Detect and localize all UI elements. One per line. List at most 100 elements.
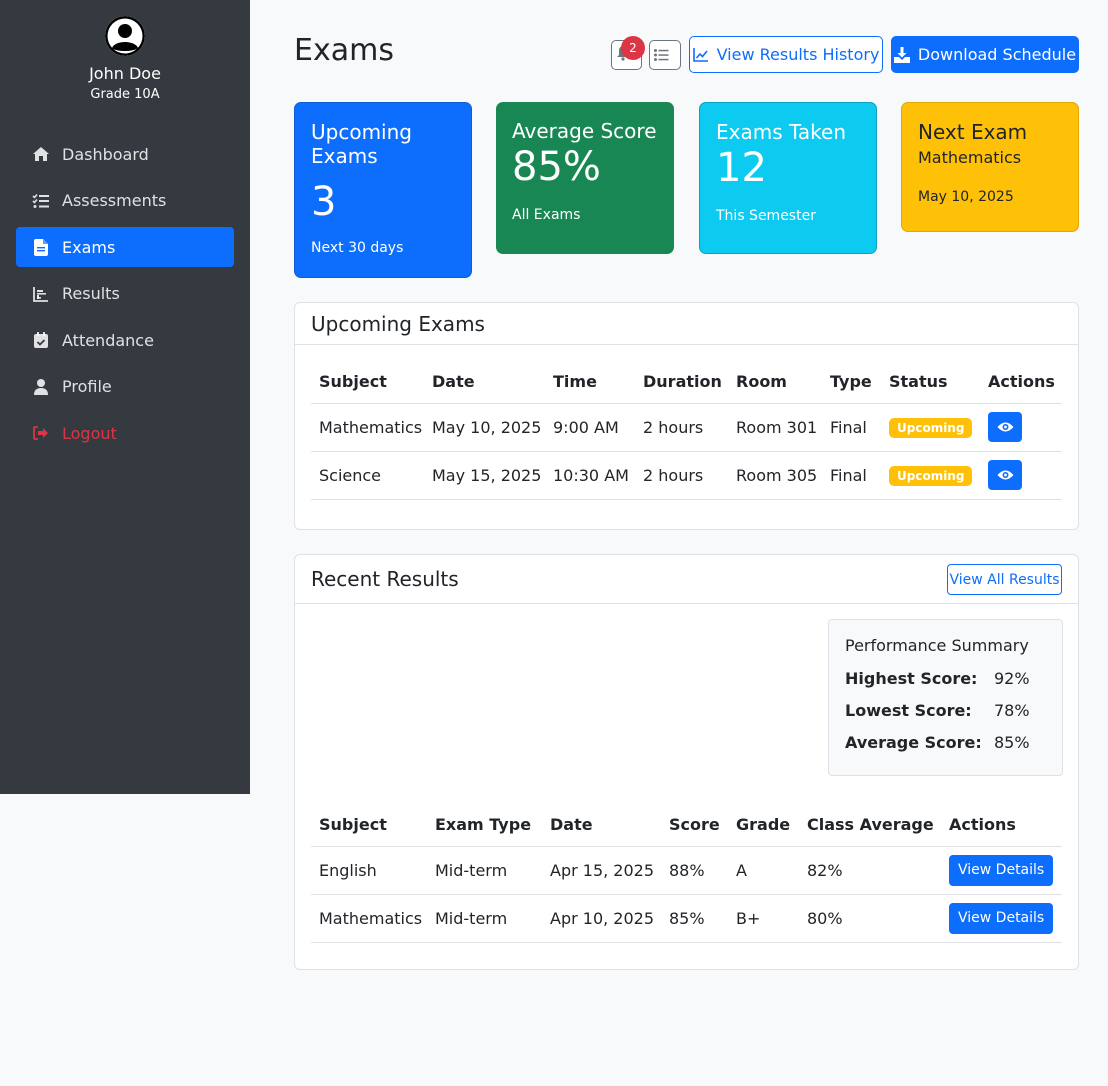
recent-results-card: Recent Results View All Results Performa… [294, 554, 1079, 970]
cell-score: 88% [661, 846, 728, 895]
user-grade: Grade 10A [90, 87, 160, 102]
status-badge: Upcoming [889, 465, 973, 486]
list-view-button[interactable] [649, 40, 681, 70]
avatar [105, 16, 145, 56]
stat-subtitle: All Exams [512, 207, 581, 223]
performance-summary-title: Performance Summary [845, 636, 1029, 655]
cell-status: Upcoming [881, 403, 980, 452]
column-header: Time [545, 361, 635, 404]
upcoming-exams-table: Subject Date Time Duration Room Type Sta… [311, 361, 1062, 500]
sidebar-item-logout[interactable]: Logout [16, 413, 234, 453]
column-header: Grade [728, 804, 799, 847]
cell-date: May 10, 2025 [424, 403, 545, 452]
stat-card-upcoming-exams: Upcoming Exams 3 Next 30 days [294, 102, 472, 278]
chart-icon [32, 285, 50, 303]
stat-card-next-exam: Next Exam Mathematics May 10, 2025 [901, 102, 1079, 232]
column-header: Actions [980, 361, 1062, 404]
user-icon [32, 378, 50, 396]
cell-date: May 15, 2025 [424, 451, 545, 500]
view-exam-button[interactable] [988, 412, 1022, 442]
stat-subtitle: Next 30 days [311, 240, 404, 256]
cell-grade: B+ [728, 894, 799, 943]
sidebar: John Doe Grade 10A Dashboard Assessments… [0, 0, 250, 794]
cell-date: Apr 15, 2025 [542, 846, 661, 895]
line-chart-icon [692, 48, 708, 62]
tasks-icon [32, 192, 50, 210]
cell-subject: English [311, 846, 427, 895]
sidebar-item-profile[interactable]: Profile [16, 367, 234, 407]
cell-class-average: 80% [799, 894, 941, 943]
performance-summary: Performance Summary Highest Score: 92% L… [828, 619, 1063, 776]
cell-subject: Science [311, 451, 424, 500]
status-badge: Upcoming [889, 417, 973, 438]
user-name: John Doe [89, 64, 161, 83]
stat-value: 12 [716, 145, 767, 191]
cell-grade: A [728, 846, 799, 895]
column-header: Actions [941, 804, 1062, 847]
lowest-score-row: Lowest Score: 78% [845, 694, 1046, 726]
cell-room: Room 301 [728, 403, 822, 452]
stat-card-average-score: Average Score 85% All Exams [496, 102, 674, 254]
stat-card-exams-taken: Exams Taken 12 This Semester [699, 102, 877, 254]
sidebar-item-assessments[interactable]: Assessments [16, 181, 234, 221]
sidebar-item-exams[interactable]: Exams [16, 227, 234, 267]
cell-subject: Mathematics [311, 894, 427, 943]
cell-duration: 2 hours [635, 403, 728, 452]
table-row: English Mid-term Apr 15, 2025 88% A 82% … [311, 846, 1062, 895]
average-score-label: Average Score: [845, 732, 982, 752]
view-details-button[interactable]: View Details [949, 854, 1054, 886]
sidebar-item-label: Dashboard [62, 144, 149, 164]
cell-subject: Mathematics [311, 403, 424, 452]
eye-icon [997, 470, 1013, 480]
download-schedule-button[interactable]: Download Schedule [891, 36, 1079, 73]
table-header-row: Subject Date Time Duration Room Type Sta… [311, 361, 1062, 404]
lowest-score-value: 78% [994, 700, 1030, 720]
sidebar-item-results[interactable]: Results [16, 274, 234, 314]
highest-score-row: Highest Score: 92% [845, 662, 1046, 694]
sidebar-nav: Dashboard Assessments Exams Results Atte… [16, 134, 234, 460]
next-exam-date: May 10, 2025 [918, 189, 1014, 205]
sidebar-item-attendance[interactable]: Attendance [16, 320, 234, 360]
stat-title: Upcoming Exams [311, 120, 412, 168]
view-all-results-button[interactable]: View All Results [947, 564, 1062, 595]
average-score-row: Average Score: 85% [845, 726, 1046, 758]
table-row: Mathematics May 10, 2025 9:00 AM 2 hours… [311, 403, 1062, 452]
stat-title: Exams Taken [716, 120, 846, 144]
cell-exam-type: Mid-term [427, 846, 542, 895]
column-header: Status [881, 361, 980, 404]
view-results-history-button[interactable]: View Results History [689, 36, 883, 73]
column-header: Score [661, 804, 728, 847]
cell-actions [980, 403, 1062, 452]
highest-score-label: Highest Score: [845, 668, 978, 688]
column-header: Subject [311, 804, 427, 847]
sidebar-item-dashboard[interactable]: Dashboard [16, 134, 234, 174]
upcoming-exams-card: Upcoming Exams Subject Date Time Duratio… [294, 302, 1079, 530]
stat-title: Average Score [512, 119, 657, 143]
view-details-button[interactable]: View Details [949, 902, 1054, 934]
cell-score: 85% [661, 894, 728, 943]
cell-type: Final [822, 451, 881, 500]
table-row: Science May 15, 2025 10:30 AM 2 hours Ro… [311, 451, 1062, 500]
button-label: Download Schedule [917, 45, 1077, 64]
download-icon [893, 46, 910, 63]
cell-room: Room 305 [728, 451, 822, 500]
sidebar-item-label: Profile [62, 377, 112, 396]
sidebar-item-label: Exams [62, 237, 116, 257]
eye-icon [997, 422, 1013, 432]
recent-results-table: Subject Exam Type Date Score Grade Class… [311, 804, 1062, 943]
table-row: Mathematics Mid-term Apr 10, 2025 85% B+… [311, 894, 1062, 943]
stat-value: 3 [311, 179, 337, 225]
cell-time: 9:00 AM [545, 403, 635, 452]
cell-duration: 2 hours [635, 451, 728, 500]
cell-exam-type: Mid-term [427, 894, 542, 943]
column-header: Room [728, 361, 822, 404]
cell-class-average: 82% [799, 846, 941, 895]
cell-status: Upcoming [881, 451, 980, 500]
button-label: View Results History [716, 45, 880, 64]
card-title: Upcoming Exams [295, 303, 1078, 345]
cell-actions: View Details [941, 894, 1062, 943]
view-exam-button[interactable] [988, 460, 1022, 490]
file-icon [32, 238, 50, 256]
table-header-row: Subject Exam Type Date Score Grade Class… [311, 804, 1062, 847]
column-header: Duration [635, 361, 728, 404]
